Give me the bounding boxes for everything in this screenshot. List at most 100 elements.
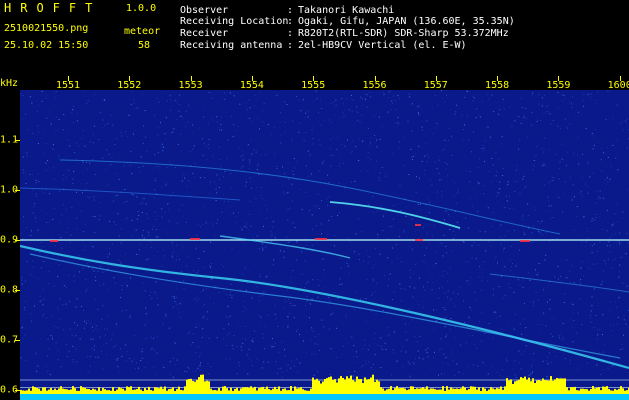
noise-speckle bbox=[309, 317, 310, 319]
noise-speckle bbox=[311, 129, 313, 131]
noise-speckle bbox=[294, 167, 296, 169]
noise-speckle bbox=[622, 217, 624, 219]
noise-speckle bbox=[127, 135, 129, 137]
noise-speckle bbox=[245, 181, 247, 183]
noise-speckle bbox=[288, 313, 290, 315]
noise-speckle bbox=[116, 325, 118, 327]
noise-speckle bbox=[305, 112, 307, 114]
noise-speckle bbox=[69, 328, 71, 330]
signal-strength-bar bbox=[286, 390, 288, 394]
noise-speckle bbox=[515, 169, 517, 171]
noise-speckle bbox=[426, 198, 428, 200]
noise-speckle bbox=[244, 243, 246, 245]
noise-speckle bbox=[387, 257, 389, 259]
noise-speckle bbox=[493, 311, 495, 313]
noise-speckle bbox=[467, 117, 468, 119]
noise-speckle bbox=[254, 94, 256, 96]
noise-speckle bbox=[126, 285, 128, 286]
noise-speckle bbox=[487, 373, 489, 375]
noise-speckle bbox=[117, 366, 119, 368]
noise-speckle bbox=[306, 300, 308, 302]
noise-speckle bbox=[256, 186, 258, 188]
noise-speckle bbox=[148, 234, 150, 236]
noise-speckle bbox=[32, 260, 33, 262]
noise-speckle bbox=[73, 183, 74, 184]
noise-speckle bbox=[595, 129, 597, 131]
noise-speckle bbox=[38, 181, 40, 182]
noise-speckle bbox=[87, 356, 89, 358]
noise-speckle bbox=[121, 310, 123, 312]
noise-speckle bbox=[507, 182, 509, 184]
noise-speckle bbox=[218, 186, 220, 188]
noise-speckle bbox=[143, 185, 145, 186]
noise-speckle bbox=[312, 330, 314, 332]
strong-echo-highlight bbox=[315, 238, 327, 240]
noise-speckle bbox=[468, 316, 470, 318]
noise-speckle bbox=[573, 320, 575, 322]
signal-strength-bar bbox=[514, 381, 516, 394]
noise-speckle bbox=[129, 316, 131, 318]
noise-speckle bbox=[100, 266, 101, 267]
noise-speckle bbox=[43, 246, 44, 248]
noise-speckle bbox=[320, 99, 321, 101]
noise-speckle bbox=[251, 180, 253, 182]
noise-speckle bbox=[284, 101, 286, 103]
signal-strength-bar bbox=[416, 388, 418, 394]
noise-speckle bbox=[379, 253, 381, 255]
noise-speckle bbox=[611, 224, 613, 226]
noise-speckle bbox=[364, 344, 366, 346]
signal-strength-bar bbox=[384, 390, 386, 394]
noise-speckle bbox=[71, 335, 73, 337]
signal-strength-bar bbox=[222, 386, 224, 394]
noise-speckle bbox=[619, 296, 621, 298]
noise-speckle bbox=[197, 346, 199, 348]
noise-speckle bbox=[521, 218, 523, 220]
signal-strength-bar bbox=[528, 377, 530, 394]
signal-strength-bar bbox=[402, 387, 404, 394]
noise-speckle bbox=[121, 285, 123, 287]
signal-strength-bar bbox=[216, 390, 218, 394]
noise-speckle bbox=[316, 98, 318, 100]
noise-speckle bbox=[580, 279, 582, 281]
noise-speckle bbox=[115, 345, 117, 347]
noise-speckle bbox=[503, 270, 505, 272]
noise-speckle bbox=[493, 111, 495, 113]
noise-speckle bbox=[118, 371, 120, 373]
noise-speckle bbox=[164, 90, 166, 92]
noise-speckle bbox=[244, 367, 246, 369]
noise-speckle bbox=[585, 207, 587, 209]
noise-speckle bbox=[258, 248, 260, 250]
noise-speckle bbox=[438, 156, 440, 157]
noise-speckle bbox=[65, 208, 67, 210]
signal-strength-bar bbox=[378, 381, 380, 394]
noise-speckle bbox=[176, 359, 178, 361]
noise-speckle bbox=[480, 340, 482, 342]
noise-speckle bbox=[192, 148, 194, 150]
noise-speckle bbox=[471, 257, 473, 259]
noise-speckle bbox=[97, 356, 99, 358]
noise-speckle bbox=[323, 273, 325, 275]
noise-speckle bbox=[466, 169, 467, 171]
noise-speckle bbox=[144, 237, 146, 239]
noise-speckle bbox=[607, 157, 609, 158]
noise-speckle bbox=[147, 231, 149, 233]
noise-speckle bbox=[444, 101, 446, 103]
noise-speckle bbox=[403, 230, 405, 232]
noise-speckle bbox=[515, 377, 517, 378]
noise-speckle bbox=[472, 95, 474, 97]
noise-speckle bbox=[307, 250, 309, 252]
noise-speckle bbox=[397, 177, 399, 178]
noise-speckle bbox=[231, 205, 233, 207]
noise-speckle bbox=[397, 214, 399, 216]
noise-speckle bbox=[305, 132, 307, 134]
noise-speckle bbox=[75, 347, 77, 348]
noise-speckle bbox=[543, 289, 544, 291]
noise-speckle bbox=[538, 231, 540, 233]
noise-speckle bbox=[364, 339, 366, 341]
signal-strength-bar bbox=[554, 379, 556, 394]
noise-speckle bbox=[414, 358, 416, 360]
noise-speckle bbox=[471, 309, 473, 311]
noise-speckle bbox=[76, 113, 78, 115]
noise-speckle bbox=[259, 120, 261, 122]
signal-strength-bar bbox=[150, 390, 152, 394]
